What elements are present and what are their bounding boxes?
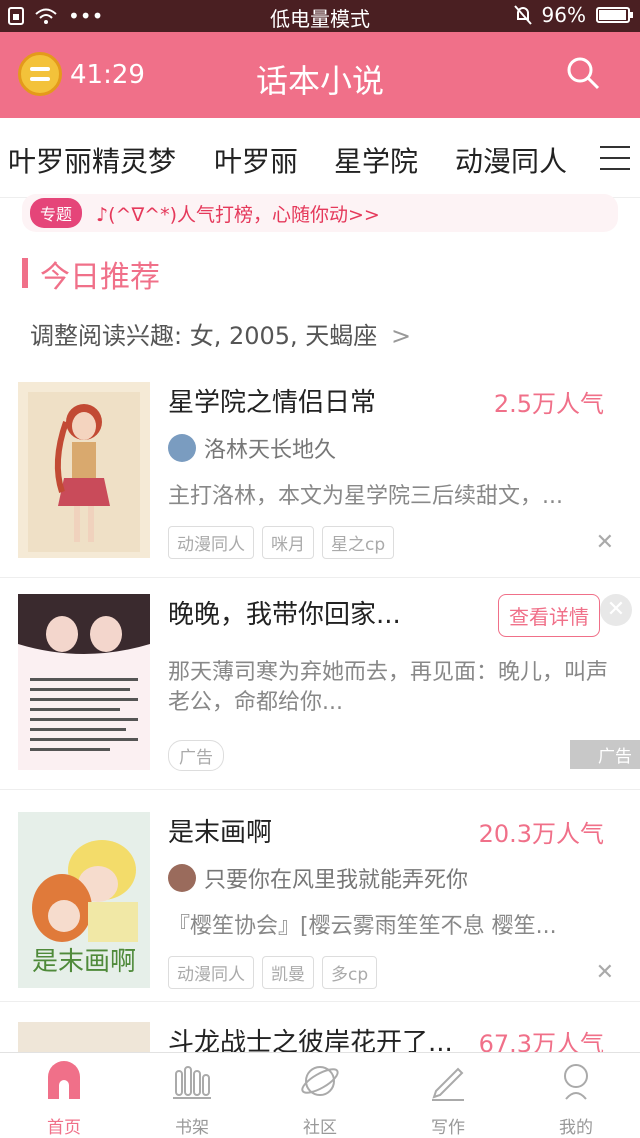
tab-item[interactable]: 叶罗丽精灵梦 [8,140,176,180]
ad-title: 晚晚，我带你回家... [168,600,401,630]
author-name: 洛林天长地久 [204,438,337,463]
section-title-text: 今日推荐 [40,260,160,295]
tag-list: 动漫同人 凯曼 多cp [168,956,378,989]
novel-title: 是末画啊 [168,818,273,848]
tag-list: 动漫同人 咪月 星之cp [168,526,395,559]
close-icon[interactable]: ✕ [596,960,614,985]
author-avatar [168,434,196,462]
status-bar: ••• 低电量模式 96% [0,0,640,32]
popularity-count: 2.5万人气 [493,390,604,418]
nav-bookshelf[interactable]: 书架 [128,1061,256,1138]
battery-fill [599,10,626,20]
novel-description: 『樱笙协会』[樱云雾雨笙笙不息 樱笙... [168,914,557,939]
search-icon[interactable] [566,56,600,90]
section-accent-bar [22,258,28,288]
novel-description: 主打洛林，本文为星学院三后续甜文，... [168,484,563,509]
menu-icon[interactable] [600,146,630,170]
nav-label: 首页 [47,1118,81,1138]
tag-chip[interactable]: 动漫同人 [168,956,254,989]
author-avatar [168,864,196,892]
popularity-count: 20.3万人气 [478,820,604,848]
tab-item[interactable]: 动漫同人 [455,140,567,180]
close-icon[interactable]: ✕ [596,530,614,555]
nav-label: 社区 [303,1118,337,1138]
author-row[interactable]: 洛林天长地久 [168,432,336,464]
battery-icon [596,7,633,23]
author-name: 只要你在风里我就能弄死你 [204,868,469,893]
nav-label: 我的 [559,1118,593,1138]
tab-item[interactable]: 叶罗丽 [214,140,298,180]
home-icon [48,1061,80,1099]
ad-item[interactable]: 晚晚，我带你回家... 查看详情 ✕ 那天薄司寒为弃她而去，再见面：晚儿，叫声老… [0,594,640,790]
interest-text: 调整阅读兴趣: 女, 2005, 天蝎座 [30,322,378,350]
book-cover[interactable] [18,382,150,558]
bookshelf-icon [173,1066,211,1099]
mute-bell-icon [513,5,532,25]
planet-icon [301,1066,339,1096]
ad-description: 那天薄司寒为弃她而去，再见面：晚儿，叫声老公，命都给你... [168,660,609,715]
category-tabs: 叶罗丽精灵梦 叶罗丽 星学院 动漫同人 [0,118,640,198]
tag-chip[interactable]: 多cp [322,956,378,989]
topic-tag: 专题 [30,198,83,228]
tag-chip[interactable]: 咪月 [262,526,314,559]
battery-percent: 96% [541,3,586,27]
ad-label: 广告 [570,740,640,769]
nav-write[interactable]: 写作 [384,1061,512,1138]
tab-item[interactable]: 星学院 [334,140,418,180]
novel-item[interactable]: 是末画啊 是末画啊 20.3万人气 只要你在风里我就能弄死你 『樱笙协会』[樱云… [0,812,640,1002]
tag-chip[interactable]: 凯曼 [262,956,314,989]
nav-label: 写作 [431,1118,465,1138]
app-title: 话本小说 [255,62,384,100]
topic-text: ♪(^∇^*)人气打榜，心随你动>> [96,204,380,226]
author-row[interactable]: 只要你在风里我就能弄死你 [168,862,468,894]
novel-title: 星学院之情侣日常 [168,388,377,418]
topic-banner[interactable]: 专题 ♪(^∇^*)人气打榜，心随你动>> [22,194,618,232]
tag-chip[interactable]: 动漫同人 [168,526,254,559]
bottom-navigation: 首页 书架 社区 写作 我的 [0,1052,640,1138]
novel-item[interactable]: 星学院之情侣日常 2.5万人气 洛林天长地久 主打洛林，本文为星学院三后续甜文，… [0,382,640,578]
nav-profile[interactable]: 我的 [512,1061,640,1138]
interest-setting-link[interactable]: 调整阅读兴趣: 女, 2005, 天蝎座 > [30,316,411,351]
nav-label: 书架 [175,1118,209,1138]
cover-title-text: 是末画啊 [32,947,136,977]
tag-chip[interactable]: 星之cp [322,526,395,559]
book-cover[interactable]: 是末画啊 [18,812,150,988]
nav-community[interactable]: 社区 [256,1061,384,1138]
ad-cover[interactable] [18,594,150,770]
view-details-button[interactable]: 查看详情 [498,594,600,637]
pen-icon [432,1067,464,1101]
chevron-right-icon: > [390,322,412,350]
ad-tag: 广告 [168,740,224,771]
user-icon [564,1064,588,1100]
close-icon[interactable]: ✕ [600,594,632,626]
app-header: 41:29 话本小说 [0,32,640,118]
nav-home[interactable]: 首页 [0,1061,128,1138]
